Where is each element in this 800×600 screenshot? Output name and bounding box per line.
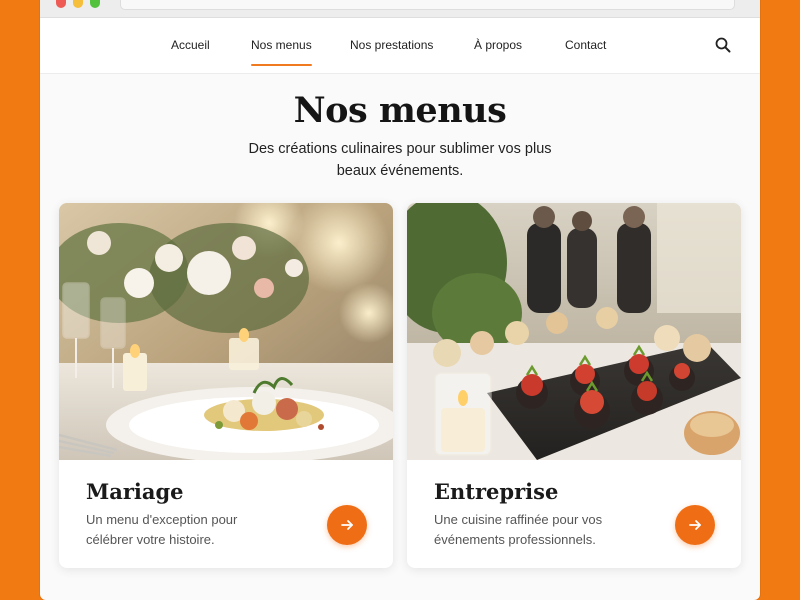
search-button[interactable] — [714, 36, 732, 54]
card-title: Entreprise — [434, 479, 559, 504]
arrow-right-icon — [341, 520, 353, 530]
card-title: Mariage — [86, 479, 184, 504]
main-navigation: Accueil Nos menus Nos prestations À prop… — [40, 18, 760, 74]
card-description: Un menu d'exception pour célébrer votre … — [86, 512, 238, 547]
nav-item-nos-menus[interactable]: Nos menus — [251, 38, 312, 66]
corporate-buffet-photo — [407, 203, 741, 460]
menu-card-mariage[interactable]: Mariage Un menu d'exception pour célébre… — [59, 203, 393, 568]
nav-item-contact[interactable]: Contact — [565, 38, 606, 52]
search-icon — [715, 37, 731, 53]
page-title: Nos menus — [293, 90, 507, 131]
nav-item-nos-prestations[interactable]: Nos prestations — [350, 38, 433, 52]
open-menu-entreprise-button[interactable] — [675, 505, 715, 545]
browser-window: Accueil Nos menus Nos prestations À prop… — [40, 0, 760, 600]
address-bar[interactable] — [120, 0, 735, 10]
arrow-right-icon — [689, 520, 701, 530]
card-description: Une cuisine raffinée pour vos événements… — [434, 512, 603, 547]
menu-card-entreprise[interactable]: Entreprise Une cuisine raffinée pour vos… — [407, 203, 741, 568]
browser-titlebar — [40, 0, 760, 18]
wedding-table-photo — [59, 203, 393, 460]
minimize-window-button[interactable] — [73, 0, 83, 8]
page-subtitle: Des créations culinaires pour sublimer v… — [248, 141, 552, 179]
nav-item-a-propos[interactable]: À propos — [474, 38, 522, 52]
maximize-window-button[interactable] — [90, 0, 100, 8]
close-window-button[interactable] — [56, 0, 66, 8]
nav-item-accueil[interactable]: Accueil — [171, 38, 210, 52]
open-menu-mariage-button[interactable] — [327, 505, 367, 545]
